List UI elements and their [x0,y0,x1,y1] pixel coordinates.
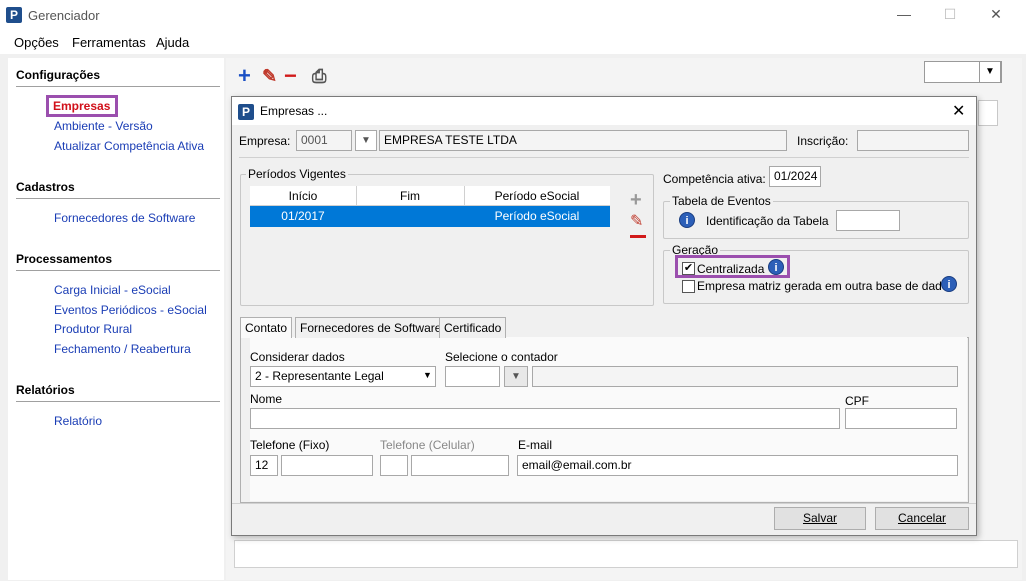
contador-name-field [532,366,958,387]
col-inicio-header[interactable]: Início [250,189,356,203]
window-titlebar [0,0,1026,30]
sidebar-item-empresas[interactable]: Empresas [46,95,118,117]
salvar-button[interactable]: Salvar [774,507,866,530]
window-title: Gerenciador [28,8,100,23]
sidebar-item-fechamento[interactable]: Fechamento / Reabertura [54,342,191,356]
nome-field[interactable] [250,408,840,429]
info-icon[interactable]: i [768,259,784,275]
centralizada-checkbox[interactable]: ✔ [682,262,695,275]
app-logo-icon: P [6,7,22,23]
row-periodo-cell: Período eSocial [494,209,580,223]
considerar-select[interactable]: 2 - Representante Legal [250,366,436,387]
competencia-field[interactable]: 01/2024 [769,166,821,187]
telefone-celular-ddd[interactable] [380,455,408,476]
contador-chevron-down-icon[interactable]: ▼ [504,366,528,387]
considerar-chevron-down-icon[interactable]: ▼ [423,370,432,380]
cancelar-button[interactable]: Cancelar [875,507,969,530]
dialog-titlebar [232,97,976,125]
cpf-field[interactable] [845,408,957,429]
email-field[interactable]: email@email.com.br [517,455,958,476]
sidebar-item-atualizar-competencia[interactable]: Atualizar Competência Ativa [54,139,204,153]
sidebar-item-eventos-periodicos[interactable]: Eventos Periódicos - eSocial [54,303,207,317]
menu-ferramentas[interactable]: Ferramentas [72,35,146,50]
edit-icon[interactable]: ✎ [262,66,277,86]
section-cadastros: Cadastros [16,180,75,194]
remove-icon[interactable]: − [284,65,297,87]
print-icon[interactable]: ⎙ [312,66,326,86]
tab-certificado[interactable]: Certificado [439,317,507,338]
tab-contato[interactable]: Contato [240,317,293,338]
considerar-label: Considerar dados [250,350,345,364]
inscricao-field[interactable] [857,130,969,151]
matriz-checkbox[interactable] [682,280,695,293]
divider [239,157,969,158]
menu-ajuda[interactable]: Ajuda [156,35,189,50]
matriz-label: Empresa matriz gerada em outra base de d… [697,279,955,293]
section-configuracoes: Configurações [16,68,101,82]
tab-fornecedores[interactable]: Fornecedores de Software [295,317,447,338]
identificacao-tabela-field[interactable] [836,210,900,231]
cancelar-label: Cancelar [897,511,947,525]
empresa-code-field[interactable]: 0001 [296,130,352,151]
empresa-dropdown-icon[interactable]: ▼ [355,130,377,151]
menu-bar [0,30,1026,54]
add-periodo-icon[interactable]: + [630,189,642,212]
telefone-fixo-ddd[interactable]: 12 [250,455,278,476]
remove-periodo-icon[interactable] [630,235,646,238]
section-relatorios: Relatórios [16,383,75,397]
contador-label: Selecione o contador [445,350,558,364]
col-periodo-header[interactable]: Período eSocial [464,189,610,203]
edit-periodo-icon[interactable]: ✎ [630,211,643,231]
competencia-label: Competência ativa: [663,172,766,186]
empresa-name-field: EMPRESA TESTE LTDA [379,130,787,151]
sidebar-item-fornecedores[interactable]: Fornecedores de Software [54,211,195,225]
minimize-button[interactable]: — [894,6,914,24]
dialog-logo-icon: P [238,104,254,120]
telefone-celular-field[interactable] [411,455,509,476]
identificacao-tabela-label: Identificação da Tabela [706,214,829,228]
info-icon[interactable]: i [679,212,695,228]
grid-edge [978,100,998,126]
maximize-button[interactable]: ☐ [940,6,960,24]
grid-area [234,540,1018,568]
contador-select[interactable] [445,366,500,387]
sidebar-item-produtor-rural[interactable]: Produtor Rural [54,322,132,336]
telefone-fixo-label: Telefone (Fixo) [250,438,330,452]
dialog-title: Empresas ... [260,104,328,118]
row-inicio-cell: 01/2017 [281,209,325,223]
sidebar-item-carga-inicial[interactable]: Carga Inicial - eSocial [54,283,171,297]
divider [16,198,220,199]
menu-opcoes[interactable]: Opções [14,35,59,50]
sidebar [8,58,224,580]
dialog-close-icon[interactable]: ✕ [952,101,965,121]
divider [16,401,220,402]
empresas-dialog: P Empresas ... ✕ Empresa: 0001 ▼ EMPRESA… [231,96,977,536]
cpf-label: CPF [845,394,869,408]
periodos-title: Períodos Vigentes [246,167,348,181]
info-icon[interactable]: i [941,276,957,292]
empresa-label: Empresa: [239,134,291,148]
add-icon[interactable]: + [238,65,251,87]
inscricao-label: Inscrição: [797,134,849,148]
tabela-eventos-title: Tabela de Eventos [670,194,773,208]
telefone-fixo-field[interactable] [281,455,373,476]
centralizada-label: Centralizada [697,262,765,276]
divider [16,270,220,271]
section-processamentos: Processamentos [16,252,113,266]
sidebar-item-relatorio[interactable]: Relatório [54,414,102,428]
divider [232,503,976,504]
col-fim-header[interactable]: Fim [356,189,464,203]
close-button[interactable]: ✕ [986,6,1006,24]
telefone-celular-label: Telefone (Celular) [380,438,475,452]
sidebar-item-ambiente-versao[interactable]: Ambiente - Versão [54,119,153,133]
nome-label: Nome [250,392,283,406]
chevron-down-icon[interactable]: ▼ [979,61,1001,83]
salvar-label: Salvar [802,511,837,525]
email-label: E-mail [518,438,553,452]
divider [16,86,220,87]
